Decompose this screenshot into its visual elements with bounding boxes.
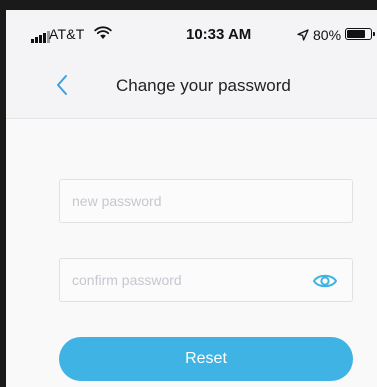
battery-level: [347, 30, 366, 38]
new-password-field: [59, 179, 353, 223]
confirm-password-field: [59, 258, 353, 302]
navigation-bar: Change your password: [6, 54, 377, 119]
eye-icon[interactable]: [312, 271, 338, 291]
battery-icon: [345, 28, 375, 40]
location-arrow-icon: [297, 29, 309, 41]
password-form: Reset: [6, 119, 377, 387]
page-title: Change your password: [116, 76, 291, 95]
status-bar: AT&T 10:33 AM 80%: [6, 10, 377, 54]
signal-icon: [31, 31, 50, 43]
wifi-icon: [94, 26, 112, 39]
chevron-left-icon[interactable]: [52, 70, 74, 100]
new-password-input[interactable]: [72, 180, 302, 222]
status-time: 10:33 AM: [186, 26, 252, 43]
carrier-name: AT&T: [49, 26, 85, 42]
confirm-password-input[interactable]: [72, 259, 302, 301]
battery-percent: 80%: [313, 27, 342, 43]
reset-button[interactable]: Reset: [59, 337, 353, 381]
phone-screen: AT&T 10:33 AM 80% Change your password R…: [6, 10, 377, 387]
